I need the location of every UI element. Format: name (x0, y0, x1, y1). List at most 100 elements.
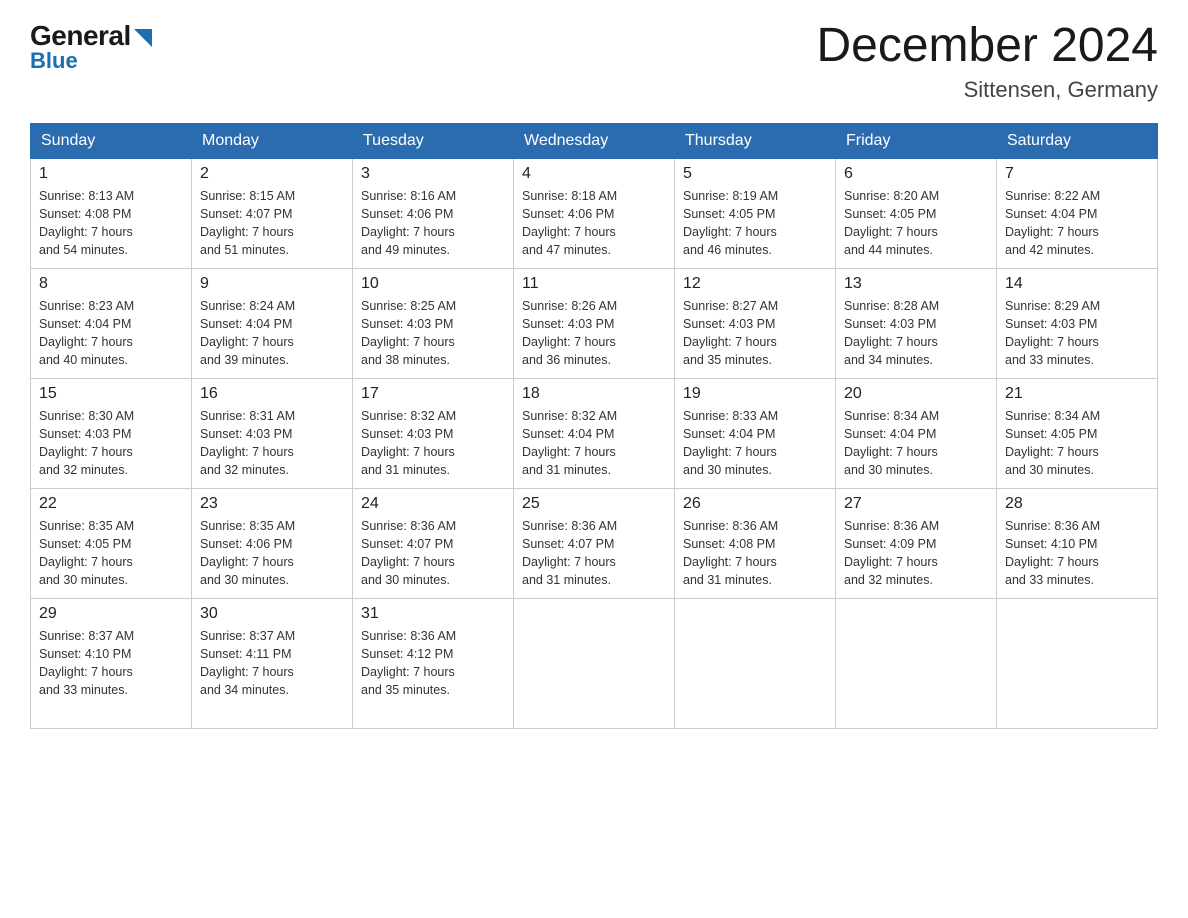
day-cell: 1 Sunrise: 8:13 AM Sunset: 4:08 PM Dayli… (31, 158, 192, 268)
header-wednesday: Wednesday (514, 123, 675, 158)
day-info: Sunrise: 8:36 AM Sunset: 4:09 PM Dayligh… (844, 517, 988, 590)
day-number: 18 (522, 385, 666, 403)
day-number: 1 (39, 165, 183, 183)
header-tuesday: Tuesday (353, 123, 514, 158)
day-info: Sunrise: 8:36 AM Sunset: 4:07 PM Dayligh… (361, 517, 505, 590)
day-info: Sunrise: 8:20 AM Sunset: 4:05 PM Dayligh… (844, 187, 988, 260)
day-number: 24 (361, 495, 505, 513)
header-saturday: Saturday (997, 123, 1158, 158)
day-number: 16 (200, 385, 344, 403)
day-cell (675, 598, 836, 728)
day-cell: 11 Sunrise: 8:26 AM Sunset: 4:03 PM Dayl… (514, 268, 675, 378)
day-info: Sunrise: 8:37 AM Sunset: 4:11 PM Dayligh… (200, 627, 344, 700)
day-info: Sunrise: 8:36 AM Sunset: 4:10 PM Dayligh… (1005, 517, 1149, 590)
day-cell: 30 Sunrise: 8:37 AM Sunset: 4:11 PM Dayl… (192, 598, 353, 728)
header-monday: Monday (192, 123, 353, 158)
week-row-3: 15 Sunrise: 8:30 AM Sunset: 4:03 PM Dayl… (31, 378, 1158, 488)
day-cell: 3 Sunrise: 8:16 AM Sunset: 4:06 PM Dayli… (353, 158, 514, 268)
day-number: 15 (39, 385, 183, 403)
day-info: Sunrise: 8:28 AM Sunset: 4:03 PM Dayligh… (844, 297, 988, 370)
day-info: Sunrise: 8:18 AM Sunset: 4:06 PM Dayligh… (522, 187, 666, 260)
day-cell: 24 Sunrise: 8:36 AM Sunset: 4:07 PM Dayl… (353, 488, 514, 598)
day-cell: 15 Sunrise: 8:30 AM Sunset: 4:03 PM Dayl… (31, 378, 192, 488)
day-cell: 29 Sunrise: 8:37 AM Sunset: 4:10 PM Dayl… (31, 598, 192, 728)
day-cell: 2 Sunrise: 8:15 AM Sunset: 4:07 PM Dayli… (192, 158, 353, 268)
day-cell: 14 Sunrise: 8:29 AM Sunset: 4:03 PM Dayl… (997, 268, 1158, 378)
day-cell (997, 598, 1158, 728)
day-info: Sunrise: 8:34 AM Sunset: 4:05 PM Dayligh… (1005, 407, 1149, 480)
day-cell: 4 Sunrise: 8:18 AM Sunset: 4:06 PM Dayli… (514, 158, 675, 268)
day-number: 4 (522, 165, 666, 183)
day-info: Sunrise: 8:29 AM Sunset: 4:03 PM Dayligh… (1005, 297, 1149, 370)
title-section: December 2024 Sittensen, Germany (816, 20, 1158, 103)
week-row-4: 22 Sunrise: 8:35 AM Sunset: 4:05 PM Dayl… (31, 488, 1158, 598)
header-sunday: Sunday (31, 123, 192, 158)
day-number: 30 (200, 605, 344, 623)
day-info: Sunrise: 8:37 AM Sunset: 4:10 PM Dayligh… (39, 627, 183, 700)
day-number: 12 (683, 275, 827, 293)
day-number: 19 (683, 385, 827, 403)
day-cell: 17 Sunrise: 8:32 AM Sunset: 4:03 PM Dayl… (353, 378, 514, 488)
day-number: 7 (1005, 165, 1149, 183)
day-cell: 22 Sunrise: 8:35 AM Sunset: 4:05 PM Dayl… (31, 488, 192, 598)
day-cell: 27 Sunrise: 8:36 AM Sunset: 4:09 PM Dayl… (836, 488, 997, 598)
week-row-1: 1 Sunrise: 8:13 AM Sunset: 4:08 PM Dayli… (31, 158, 1158, 268)
day-cell: 16 Sunrise: 8:31 AM Sunset: 4:03 PM Dayl… (192, 378, 353, 488)
day-number: 23 (200, 495, 344, 513)
day-info: Sunrise: 8:31 AM Sunset: 4:03 PM Dayligh… (200, 407, 344, 480)
day-info: Sunrise: 8:19 AM Sunset: 4:05 PM Dayligh… (683, 187, 827, 260)
day-cell: 6 Sunrise: 8:20 AM Sunset: 4:05 PM Dayli… (836, 158, 997, 268)
day-info: Sunrise: 8:36 AM Sunset: 4:07 PM Dayligh… (522, 517, 666, 590)
day-info: Sunrise: 8:26 AM Sunset: 4:03 PM Dayligh… (522, 297, 666, 370)
day-number: 27 (844, 495, 988, 513)
week-row-5: 29 Sunrise: 8:37 AM Sunset: 4:10 PM Dayl… (31, 598, 1158, 728)
day-info: Sunrise: 8:25 AM Sunset: 4:03 PM Dayligh… (361, 297, 505, 370)
day-info: Sunrise: 8:36 AM Sunset: 4:12 PM Dayligh… (361, 627, 505, 700)
day-info: Sunrise: 8:27 AM Sunset: 4:03 PM Dayligh… (683, 297, 827, 370)
day-cell: 13 Sunrise: 8:28 AM Sunset: 4:03 PM Dayl… (836, 268, 997, 378)
day-cell: 8 Sunrise: 8:23 AM Sunset: 4:04 PM Dayli… (31, 268, 192, 378)
day-number: 6 (844, 165, 988, 183)
day-cell: 9 Sunrise: 8:24 AM Sunset: 4:04 PM Dayli… (192, 268, 353, 378)
day-number: 10 (361, 275, 505, 293)
day-number: 28 (1005, 495, 1149, 513)
day-cell: 20 Sunrise: 8:34 AM Sunset: 4:04 PM Dayl… (836, 378, 997, 488)
logo: General Blue (30, 20, 152, 74)
day-cell: 31 Sunrise: 8:36 AM Sunset: 4:12 PM Dayl… (353, 598, 514, 728)
day-number: 17 (361, 385, 505, 403)
day-number: 14 (1005, 275, 1149, 293)
month-year-title: December 2024 (816, 20, 1158, 73)
page-header: General Blue December 2024 Sittensen, Ge… (30, 20, 1158, 103)
header-friday: Friday (836, 123, 997, 158)
week-row-2: 8 Sunrise: 8:23 AM Sunset: 4:04 PM Dayli… (31, 268, 1158, 378)
day-number: 31 (361, 605, 505, 623)
day-cell: 23 Sunrise: 8:35 AM Sunset: 4:06 PM Dayl… (192, 488, 353, 598)
calendar-table: SundayMondayTuesdayWednesdayThursdayFrid… (30, 123, 1158, 729)
day-info: Sunrise: 8:24 AM Sunset: 4:04 PM Dayligh… (200, 297, 344, 370)
day-info: Sunrise: 8:15 AM Sunset: 4:07 PM Dayligh… (200, 187, 344, 260)
day-number: 9 (200, 275, 344, 293)
day-cell (836, 598, 997, 728)
day-number: 11 (522, 275, 666, 293)
logo-blue: Blue (30, 48, 78, 74)
day-info: Sunrise: 8:30 AM Sunset: 4:03 PM Dayligh… (39, 407, 183, 480)
day-info: Sunrise: 8:13 AM Sunset: 4:08 PM Dayligh… (39, 187, 183, 260)
day-cell (514, 598, 675, 728)
day-info: Sunrise: 8:36 AM Sunset: 4:08 PM Dayligh… (683, 517, 827, 590)
location-subtitle: Sittensen, Germany (816, 77, 1158, 103)
day-cell: 19 Sunrise: 8:33 AM Sunset: 4:04 PM Dayl… (675, 378, 836, 488)
day-cell: 7 Sunrise: 8:22 AM Sunset: 4:04 PM Dayli… (997, 158, 1158, 268)
day-info: Sunrise: 8:32 AM Sunset: 4:04 PM Dayligh… (522, 407, 666, 480)
day-cell: 5 Sunrise: 8:19 AM Sunset: 4:05 PM Dayli… (675, 158, 836, 268)
day-info: Sunrise: 8:23 AM Sunset: 4:04 PM Dayligh… (39, 297, 183, 370)
day-info: Sunrise: 8:33 AM Sunset: 4:04 PM Dayligh… (683, 407, 827, 480)
day-number: 3 (361, 165, 505, 183)
day-cell: 21 Sunrise: 8:34 AM Sunset: 4:05 PM Dayl… (997, 378, 1158, 488)
day-cell: 10 Sunrise: 8:25 AM Sunset: 4:03 PM Dayl… (353, 268, 514, 378)
day-number: 20 (844, 385, 988, 403)
calendar-header-row: SundayMondayTuesdayWednesdayThursdayFrid… (31, 123, 1158, 158)
header-thursday: Thursday (675, 123, 836, 158)
day-info: Sunrise: 8:34 AM Sunset: 4:04 PM Dayligh… (844, 407, 988, 480)
day-number: 5 (683, 165, 827, 183)
day-number: 29 (39, 605, 183, 623)
